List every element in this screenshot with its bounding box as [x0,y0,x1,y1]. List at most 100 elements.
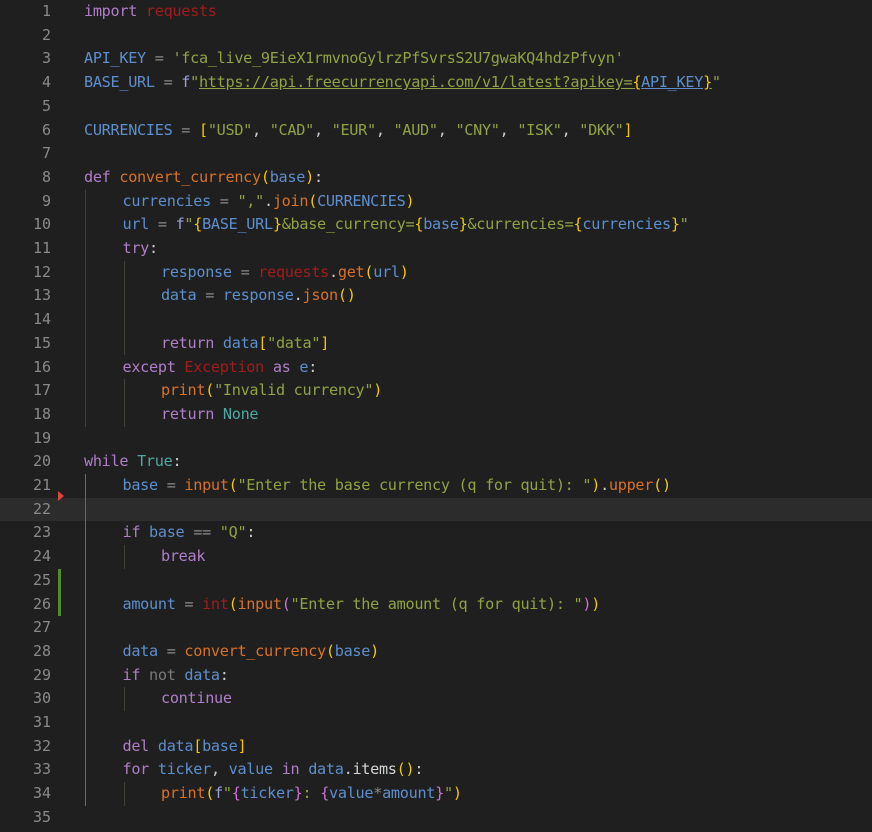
code-line[interactable]: 25 [0,569,872,593]
code-line[interactable]: 8 def convert_currency(base): [0,166,872,190]
code-editor[interactable]: 1 import requests 2 3 API_KEY = 'fca_live_9E… [0,0,872,832]
code-line[interactable]: 15 return data["data"] [0,332,872,356]
code-line[interactable]: 22 [0,497,872,522]
line-number[interactable]: 31 [0,711,51,735]
code-line[interactable]: 3 API_KEY = 'fca_live_9EieX1rmvnoGylrzPfS… [0,47,872,71]
code-token: . [293,286,303,305]
code-token: break [161,547,206,566]
line-number[interactable]: 8 [0,166,51,190]
code-line[interactable]: 24 break [0,545,872,569]
line-number[interactable]: 30 [0,687,51,711]
line-number[interactable]: 7 [0,142,51,166]
code-token: = [210,191,238,210]
line-number[interactable]: 5 [0,95,51,119]
code-token: ] [237,736,247,755]
code-line[interactable]: 23 if base == "Q": [0,521,872,545]
code-text: amount = int(input("Enter the amount (q … [123,593,601,617]
code-line[interactable]: 19 [0,427,872,451]
code-token: ( [308,191,318,210]
line-number[interactable]: 19 [0,427,51,451]
code-line[interactable]: 1 import requests [0,0,872,24]
code-line[interactable]: 4 BASE_URL = f"https://api.freecurrencyap… [0,71,872,95]
code-line[interactable]: 28 data = convert_currency(base) [0,640,872,664]
line-number[interactable]: 13 [0,284,51,308]
code-line[interactable]: 18 return None [0,403,872,427]
code-token: = [145,49,173,68]
line-number[interactable]: 27 [0,616,51,640]
modified-lines-gutter-marker[interactable] [58,569,61,616]
line-number[interactable]: 3 [0,47,51,71]
code-line[interactable]: 33 for ticker, value in data.items(): [0,758,872,782]
code-line[interactable]: 27 [0,616,872,640]
code-token: API_KEY [84,49,146,68]
line-number[interactable]: 15 [0,332,51,356]
code-line[interactable]: 2 [0,24,872,48]
code-token: () [653,476,671,494]
line-number[interactable]: 35 [0,806,51,830]
code-token: if [122,665,141,684]
code-line[interactable]: 31 [0,711,872,735]
line-number[interactable]: 22 [0,498,51,522]
line-number[interactable]: 20 [0,450,51,474]
code-line[interactable]: 7 [0,142,872,166]
code-token: == [184,523,220,542]
code-token: e [299,357,309,376]
code-line[interactable]: 13 data = response.json() [0,284,872,308]
line-number[interactable]: 33 [0,758,51,782]
code-token: data [161,286,197,305]
code-line[interactable]: 17 print("Invalid currency") [0,379,872,403]
code-line[interactable]: 6 CURRENCIES = ["USD", "CAD", "EUR", "AUD… [0,119,872,143]
line-number[interactable]: 2 [0,24,51,48]
code-token: base [122,476,159,494]
code-line[interactable]: 30 continue [0,687,872,711]
line-number[interactable]: 21 [0,474,51,498]
code-token: = [196,286,223,305]
code-line[interactable]: 10 url = f"{BASE_URL}&base_currency={base… [0,213,872,237]
line-number[interactable]: 10 [0,213,51,237]
line-number[interactable]: 34 [0,782,51,806]
line-number[interactable]: 23 [0,521,51,545]
line-number[interactable]: 6 [0,119,51,143]
code-token: CURRENCIES [317,191,406,210]
code-text: import requests [84,0,217,24]
code-line[interactable]: 20 while True: [0,450,872,474]
line-number[interactable]: 26 [0,593,51,617]
code-line[interactable]: 14 [0,308,872,332]
line-number[interactable]: 16 [0,356,51,380]
line-number[interactable]: 4 [0,71,51,95]
line-number[interactable]: 9 [0,190,51,214]
line-number[interactable]: 1 [0,0,51,24]
line-number[interactable]: 11 [0,237,51,261]
code-line[interactable]: 9 currencies = ",".join(CURRENCIES) [0,190,872,214]
line-number[interactable]: 12 [0,261,51,285]
code-token: "Invalid currency" [214,381,374,400]
code-line[interactable]: 34 print(f"{ticker}: {value*amount}") [0,782,872,806]
code-line[interactable]: 26 amount = int(input("Enter the amount (… [0,593,872,617]
code-token: in [281,760,300,779]
code-line[interactable]: 29 if not data: [0,664,872,688]
code-line[interactable]: 16 except Exception as e: [0,356,872,380]
line-number[interactable]: 24 [0,545,51,569]
code-token: . [600,476,609,494]
line-number[interactable]: 17 [0,379,51,403]
code-text: data = response.json() [161,284,356,308]
code-token: "EUR" [331,120,377,139]
code-line[interactable]: 5 [0,95,872,119]
code-token: } [703,73,712,92]
line-number[interactable]: 18 [0,403,51,427]
code-line[interactable]: 32 del data[base] [0,735,872,759]
line-number[interactable]: 29 [0,664,51,688]
code-token: not [149,665,176,684]
code-token: ) [582,594,592,613]
code-line[interactable]: 12 response = requests.get(url) [0,261,872,285]
line-number[interactable]: 32 [0,735,51,759]
code-token: https://api.freecurrencyapi.com/v1/lates… [198,73,633,92]
line-number[interactable]: 25 [0,569,51,593]
code-line[interactable]: 35 [0,806,872,830]
code-token: ) [405,191,415,210]
line-number[interactable]: 14 [0,308,51,332]
code-line[interactable]: 11 try: [0,237,872,261]
code-line[interactable]: 21 base = input("Enter the base currency … [0,474,872,498]
line-number[interactable]: 28 [0,640,51,664]
